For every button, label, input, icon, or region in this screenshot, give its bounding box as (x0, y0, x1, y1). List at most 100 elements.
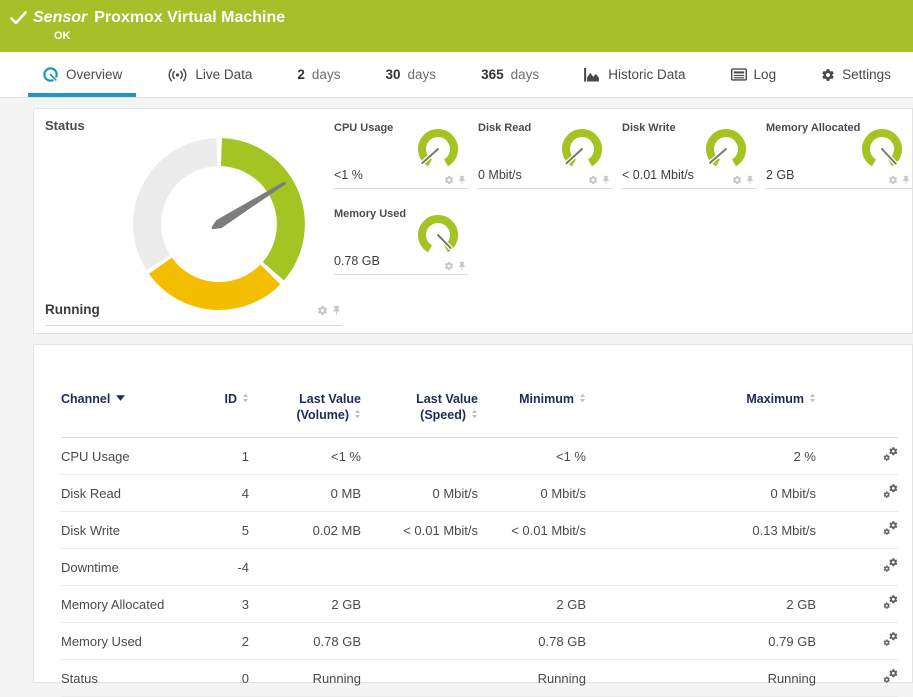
pin-icon[interactable] (745, 175, 755, 185)
gauge-value: 0.78 GB (334, 254, 380, 268)
channel-settings-icon[interactable] (883, 595, 898, 613)
tab-label-unit: days (408, 67, 437, 82)
pin-icon[interactable] (457, 261, 467, 271)
channel-last-volume: 2 GB (249, 586, 361, 623)
object-kind-label: Sensor (33, 9, 87, 26)
gauge-cpu-usage: CPU Usage <1 % (334, 113, 468, 189)
channel-settings-icon[interactable] (883, 484, 898, 502)
pin-icon[interactable] (601, 175, 611, 185)
pin-icon[interactable] (457, 175, 467, 185)
gauge-dial (704, 127, 748, 171)
table-row: Disk Write 5 0.02 MB < 0.01 Mbit/s < 0.0… (61, 512, 898, 549)
column-header-channel[interactable]: Channel (61, 391, 181, 438)
sort-icon (242, 393, 249, 403)
column-header-maximum[interactable]: Maximum (586, 391, 816, 438)
column-label: Minimum (519, 392, 574, 406)
channel-name: Downtime (61, 549, 181, 586)
pin-icon[interactable] (331, 305, 342, 316)
gauge-value: 2 GB (766, 168, 795, 182)
channel-minimum: 0.78 GB (478, 623, 586, 660)
tab-label: Overview (66, 67, 122, 82)
sort-caret-icon (116, 395, 125, 401)
gear-icon[interactable] (317, 305, 328, 316)
channel-last-volume (249, 549, 361, 586)
overview-content: Status Running CPU Usage <1 % (0, 98, 913, 681)
channel-name: Status (61, 660, 181, 697)
column-header-actions (816, 391, 898, 438)
gear-icon[interactable] (444, 261, 454, 271)
table-row: Status 0 Running Running Running (61, 660, 898, 697)
column-header-last-value-speed[interactable]: Last Value(Speed) (361, 391, 478, 438)
channel-maximum: 2 % (586, 438, 816, 475)
gauge-disk-write: Disk Write < 0.01 Mbit/s (622, 113, 756, 189)
page-title: Proxmox Virtual Machine (94, 9, 285, 26)
channel-maximum: 0.79 GB (586, 623, 816, 660)
table-row: Downtime -4 (61, 549, 898, 586)
channel-settings-icon[interactable] (883, 558, 898, 576)
gauge-label: Disk Read (478, 122, 531, 134)
channel-settings-icon[interactable] (883, 669, 898, 687)
gauge-label: Disk Write (622, 122, 676, 134)
tab-30-days[interactable]: 30 days (372, 52, 451, 97)
tab-live-data[interactable]: Live Data (153, 52, 266, 97)
table-row: CPU Usage 1 <1 % <1 % 2 % (61, 438, 898, 475)
gauge-dial (860, 127, 904, 171)
channel-minimum: <1 % (478, 438, 586, 475)
gauge-icon (42, 66, 59, 83)
channel-last-speed (361, 623, 478, 660)
gauge-dial (560, 127, 604, 171)
tab-log[interactable]: Log (717, 52, 791, 97)
gauge-value: <1 % (334, 168, 363, 182)
channel-minimum: 0 Mbit/s (478, 475, 586, 512)
channel-last-volume: 0 MB (249, 475, 361, 512)
column-label: Maximum (746, 392, 804, 406)
channel-name: Disk Write (61, 512, 181, 549)
sort-icon (809, 393, 816, 403)
gear-icon[interactable] (588, 175, 598, 185)
channel-last-speed (361, 660, 478, 697)
tab-label-unit: days (312, 67, 341, 82)
column-header-id[interactable]: ID (181, 391, 249, 438)
tab-label-number: 365 (481, 67, 504, 82)
gear-icon[interactable] (444, 175, 454, 185)
tab-365-days[interactable]: 365 days (467, 52, 553, 97)
tab-bar: Overview Live Data 2 days 30 days 365 da… (0, 52, 913, 98)
channel-last-volume: <1 % (249, 438, 361, 475)
channel-last-volume: Running (249, 660, 361, 697)
channel-maximum: 0.13 Mbit/s (586, 512, 816, 549)
status-gauge-footer: Running (45, 302, 342, 326)
channel-minimum (478, 549, 586, 586)
live-signal-icon (167, 68, 188, 82)
channel-last-speed (361, 438, 478, 475)
gauge-disk-read: Disk Read 0 Mbit/s (478, 113, 612, 189)
channel-table: Channel ID Last Value(Volume) Last Value… (61, 391, 898, 697)
tab-label: Live Data (195, 67, 252, 82)
channel-maximum: 0 Mbit/s (586, 475, 816, 512)
channel-last-speed (361, 549, 478, 586)
status-gauge-dial (132, 137, 306, 311)
channel-maximum: 2 GB (586, 586, 816, 623)
channel-settings-icon[interactable] (883, 521, 898, 539)
channel-id: 2 (181, 623, 249, 660)
tab-2-days[interactable]: 2 days (283, 52, 354, 97)
check-icon (10, 11, 27, 25)
gear-icon[interactable] (888, 175, 898, 185)
tab-settings[interactable]: Settings (807, 52, 905, 97)
channel-settings-icon[interactable] (883, 447, 898, 465)
gauges-card: Status Running CPU Usage <1 % (33, 108, 913, 334)
channel-name: CPU Usage (61, 438, 181, 475)
column-header-last-value-volume[interactable]: Last Value(Volume) (249, 391, 361, 438)
pin-icon[interactable] (901, 175, 911, 185)
channel-last-speed: 0 Mbit/s (361, 475, 478, 512)
table-row: Disk Read 4 0 MB 0 Mbit/s 0 Mbit/s 0 Mbi… (61, 475, 898, 512)
channel-minimum: Running (478, 660, 586, 697)
column-label: ID (225, 392, 238, 406)
channel-minimum: < 0.01 Mbit/s (478, 512, 586, 549)
gear-icon[interactable] (732, 175, 742, 185)
channel-maximum: Running (586, 660, 816, 697)
column-header-minimum[interactable]: Minimum (478, 391, 586, 438)
tab-overview[interactable]: Overview (28, 52, 136, 97)
status-gauge-value: Running (45, 302, 100, 317)
channel-settings-icon[interactable] (883, 632, 898, 650)
tab-historic-data[interactable]: Historic Data (570, 52, 699, 97)
